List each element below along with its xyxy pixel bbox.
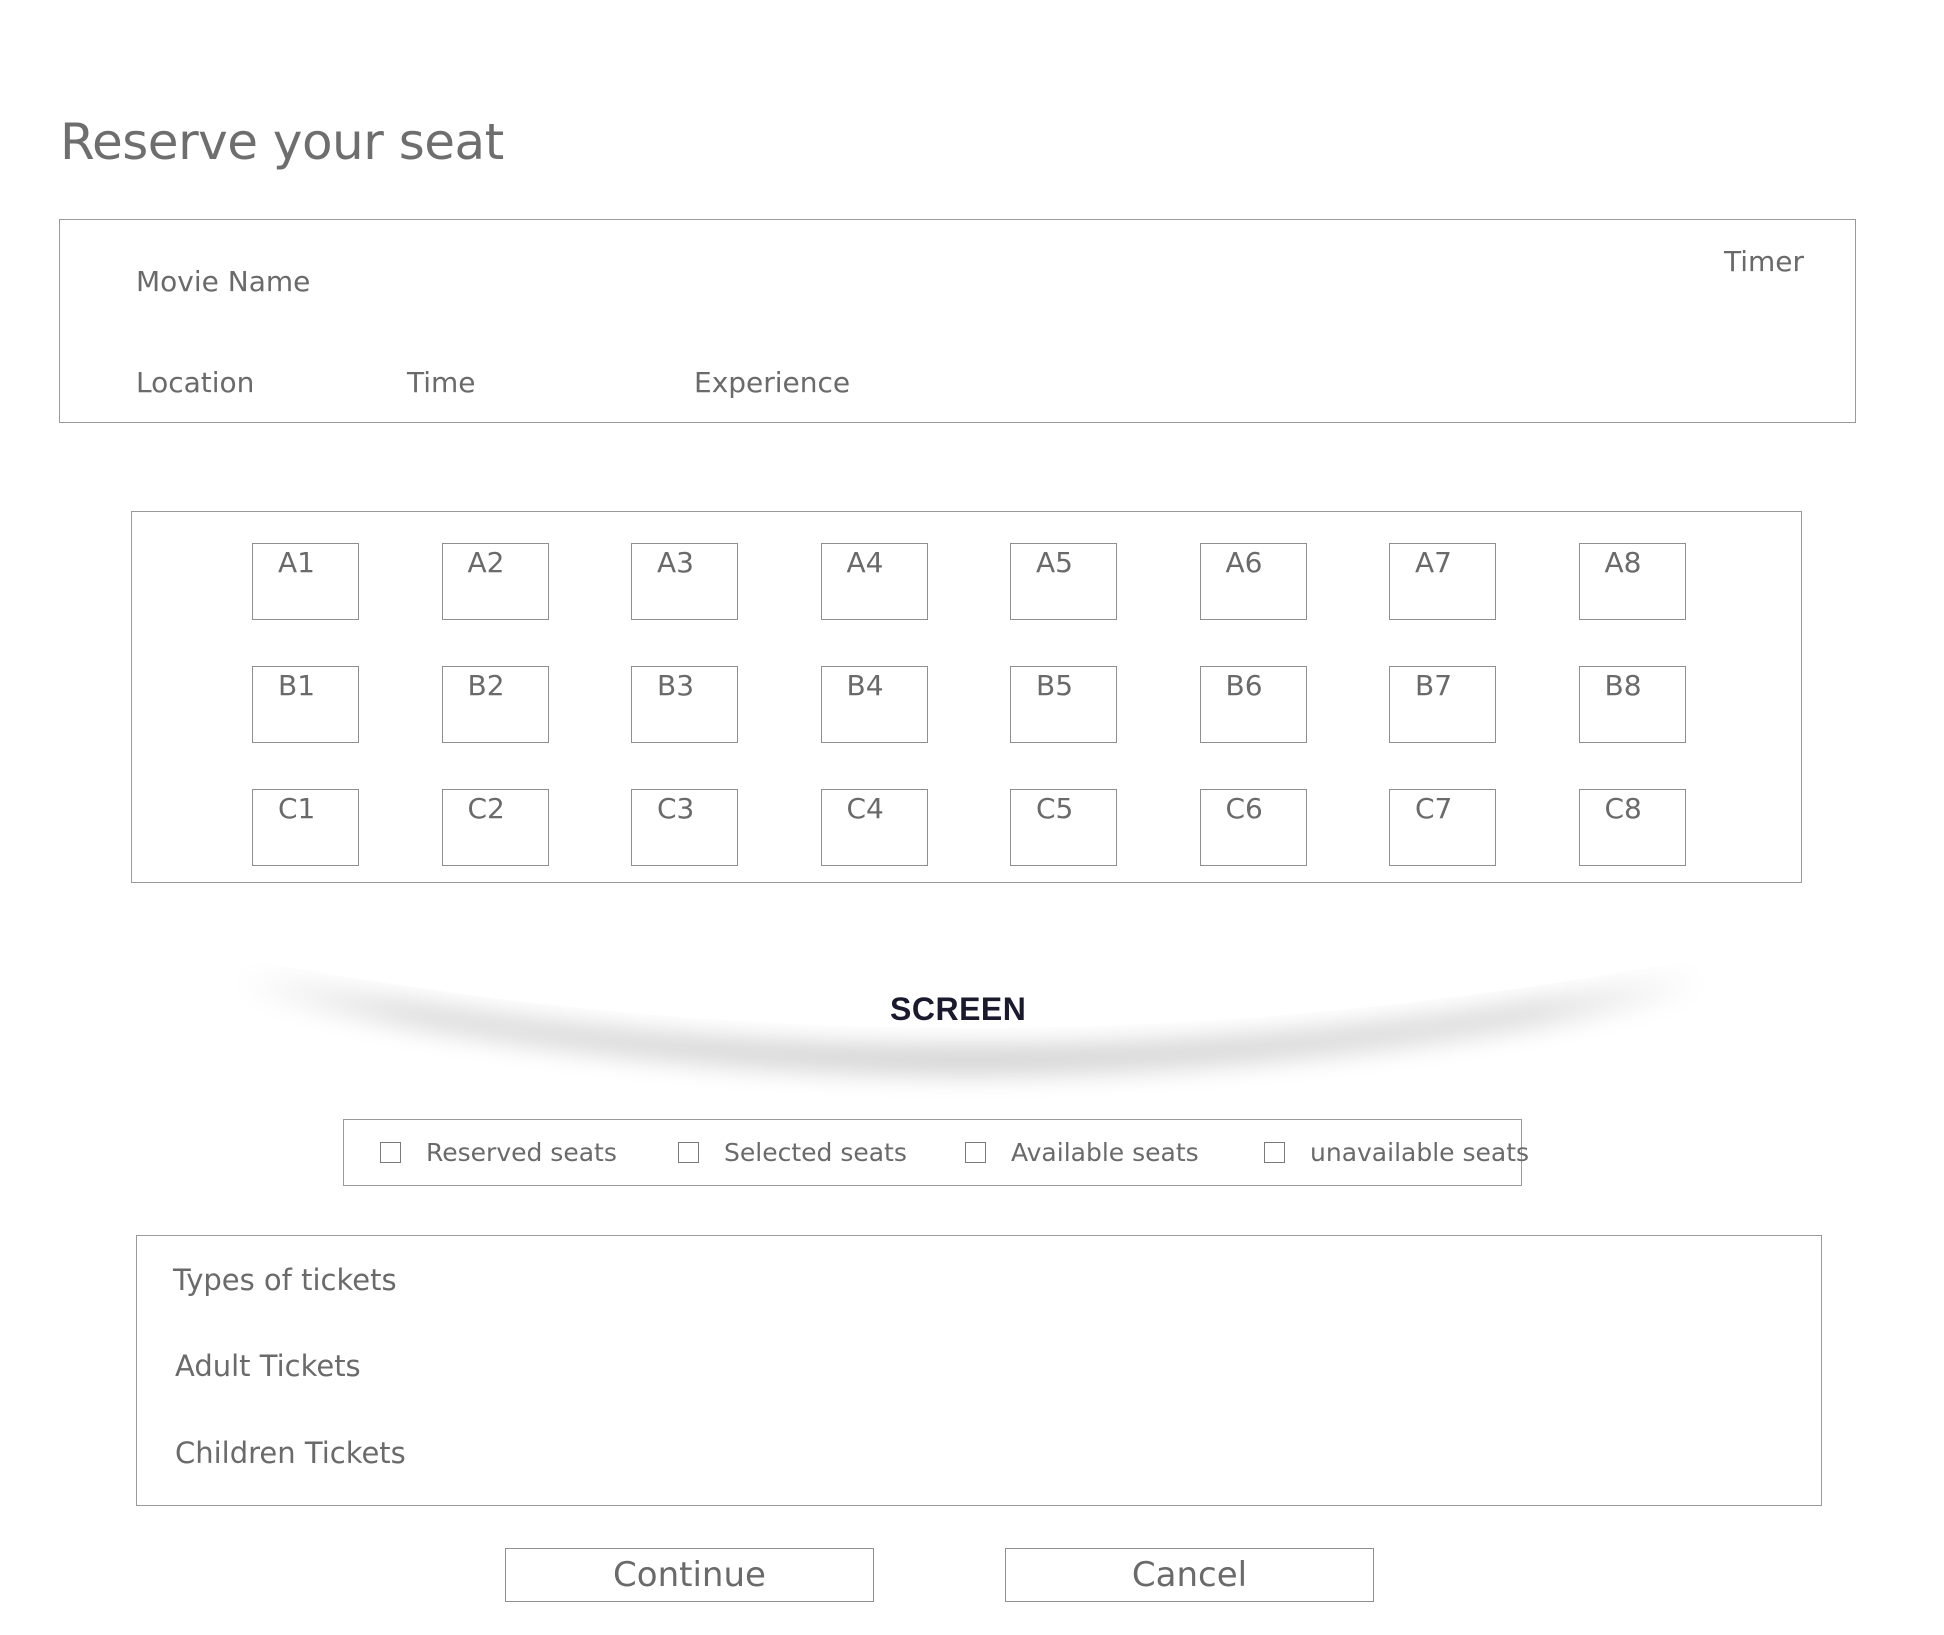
- legend-label: Available seats: [1011, 1137, 1199, 1167]
- seat[interactable]: B5: [1010, 666, 1117, 743]
- legend-item: Available seats: [965, 1120, 1199, 1184]
- seat-label: B4: [846, 669, 884, 702]
- timer-label: Timer: [1724, 245, 1805, 278]
- seat-label: C6: [1225, 792, 1263, 825]
- seat-label: B1: [278, 669, 316, 702]
- seat[interactable]: A8: [1578, 543, 1686, 620]
- seat[interactable]: C3: [631, 789, 738, 866]
- seat-label: C5: [1036, 792, 1074, 825]
- seat[interactable]: C8: [1578, 789, 1686, 866]
- seat-label: A7: [1415, 546, 1452, 579]
- ticket-types-heading: Types of tickets: [173, 1263, 397, 1297]
- legend-label: Selected seats: [724, 1137, 907, 1167]
- experience-label: Experience: [694, 366, 851, 399]
- ticket-types-panel: Types of tickets Adult Tickets Children …: [136, 1235, 1822, 1506]
- seat[interactable]: C6: [1199, 789, 1307, 866]
- adult-tickets-label[interactable]: Adult Tickets: [175, 1348, 361, 1384]
- seat-label: A4: [846, 546, 884, 579]
- seat[interactable]: C5: [1010, 789, 1117, 866]
- seat-label: C2: [467, 792, 505, 825]
- seat-label: B6: [1225, 669, 1263, 702]
- seat[interactable]: B7: [1389, 666, 1496, 743]
- seat-label: A8: [1604, 546, 1642, 579]
- seat-label: A3: [657, 546, 694, 579]
- seat-label: C7: [1415, 792, 1453, 825]
- seat[interactable]: A4: [820, 543, 928, 620]
- seat[interactable]: C1: [252, 789, 359, 866]
- seat-label: A5: [1036, 546, 1073, 579]
- seat[interactable]: A7: [1389, 543, 1496, 620]
- seat-label: B5: [1036, 669, 1074, 702]
- seat-label: B8: [1604, 669, 1642, 702]
- seat-map: A1 A2 A3 A4 A5 A6 A7 A8 B1 B2 B3 B4 B5 B6 B7 B8 C1 C2 C3 C4…: [131, 511, 1802, 883]
- screen-curve: [215, 950, 1725, 1070]
- seat-label: A2: [467, 546, 505, 579]
- seat-label: B2: [467, 669, 505, 702]
- movie-name-label: Movie Name: [136, 265, 311, 298]
- seat[interactable]: A6: [1199, 543, 1307, 620]
- seat-label: C1: [278, 792, 316, 825]
- children-tickets-label[interactable]: Children Tickets: [175, 1435, 406, 1471]
- legend-item: unavailable seats: [1264, 1120, 1529, 1184]
- continue-button[interactable]: Continue: [505, 1548, 874, 1602]
- seat[interactable]: B6: [1199, 666, 1307, 743]
- seat-legend: Reserved seats Selected seats Available se…: [343, 1119, 1529, 1186]
- seat-label: B7: [1415, 669, 1453, 702]
- seat[interactable]: C4: [820, 789, 928, 866]
- legend-item: Selected seats: [678, 1120, 907, 1184]
- seat-label: A1: [278, 546, 315, 579]
- cancel-button[interactable]: Cancel: [1005, 1548, 1374, 1602]
- legend-checkbox-icon[interactable]: [678, 1141, 699, 1163]
- seat-label: C8: [1604, 792, 1642, 825]
- seat[interactable]: B8: [1578, 666, 1686, 743]
- seat[interactable]: B3: [631, 666, 738, 743]
- seat[interactable]: A5: [1010, 543, 1117, 620]
- seat[interactable]: A1: [252, 543, 359, 620]
- legend-item: Reserved seats: [380, 1120, 617, 1184]
- seat[interactable]: A3: [631, 543, 738, 620]
- page-title: Reserve your seat: [60, 113, 504, 171]
- seat[interactable]: C7: [1389, 789, 1496, 866]
- legend-checkbox-icon[interactable]: [380, 1141, 401, 1163]
- legend-label: unavailable seats: [1310, 1137, 1530, 1167]
- seat-label: C3: [657, 792, 695, 825]
- seat-label: C4: [846, 792, 884, 825]
- seat[interactable]: A2: [441, 543, 549, 620]
- seat-label: A6: [1225, 546, 1263, 579]
- seat[interactable]: C2: [441, 789, 549, 866]
- seat[interactable]: B4: [820, 666, 928, 743]
- screen-label: SCREEN: [890, 991, 1027, 1027]
- seat-label: B3: [657, 669, 695, 702]
- seat[interactable]: B1: [252, 666, 359, 743]
- legend-label: Reserved seats: [426, 1137, 617, 1167]
- seat[interactable]: B2: [441, 666, 549, 743]
- location-label: Location: [136, 366, 255, 399]
- movie-info-panel: Movie Name Timer Location Time Experienc…: [59, 219, 1856, 423]
- legend-checkbox-icon[interactable]: [965, 1141, 986, 1163]
- time-label: Time: [407, 366, 476, 399]
- legend-checkbox-icon[interactable]: [1264, 1141, 1285, 1163]
